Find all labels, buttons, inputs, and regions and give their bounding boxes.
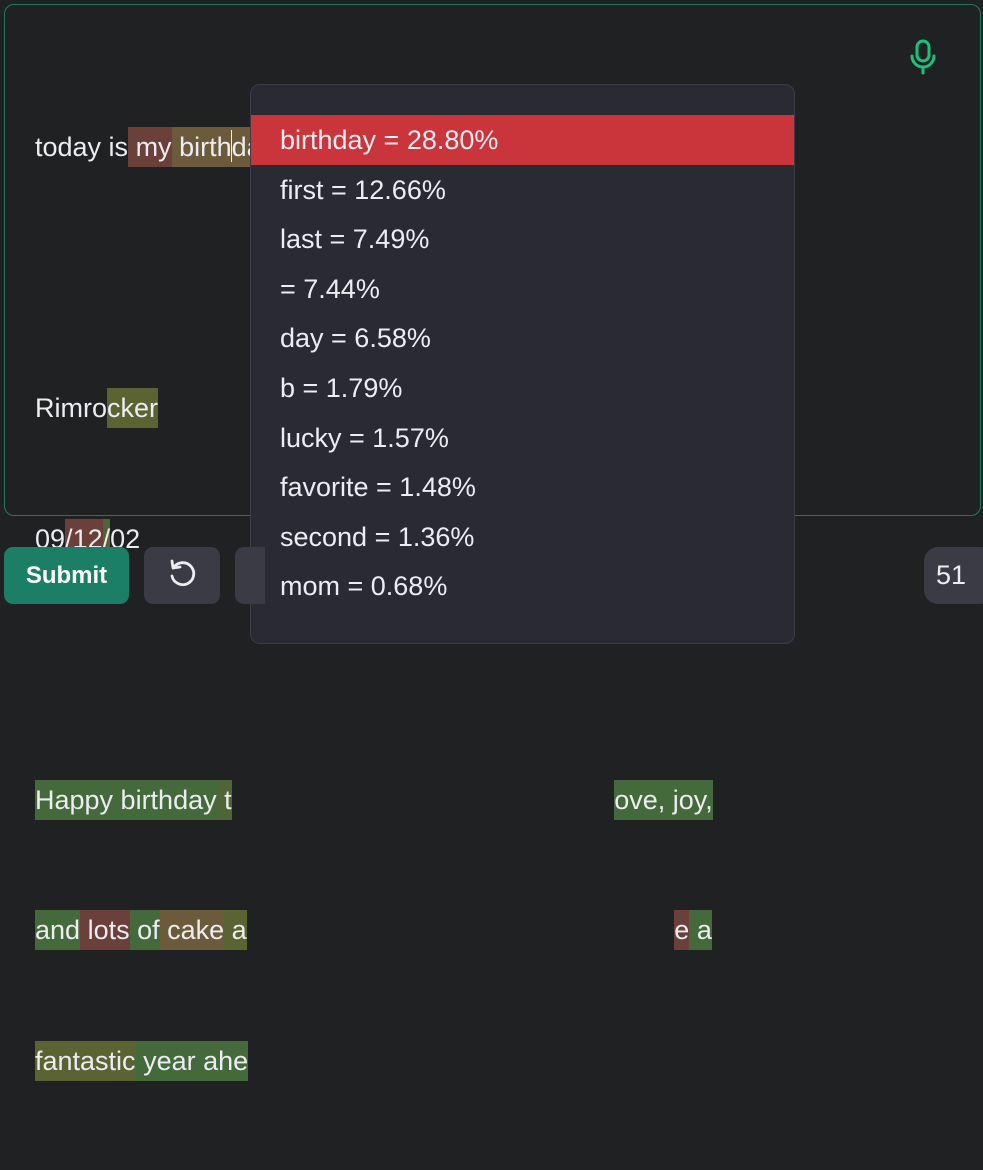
editor-line-blank [35, 648, 915, 692]
token-segment[interactable] [247, 910, 675, 950]
token-segment[interactable]: today is [35, 127, 128, 167]
token-segment[interactable]: Happy [35, 779, 114, 820]
toolbar-button[interactable] [235, 547, 265, 604]
popup-item[interactable]: = 7.44% [251, 264, 794, 314]
reset-icon [165, 556, 199, 595]
popup-item[interactable]: first = 12.66% [251, 165, 794, 215]
token-segment[interactable]: a [689, 910, 712, 950]
token-segment[interactable]: ahe [195, 1040, 249, 1081]
token-segment[interactable]: joy, [665, 779, 713, 820]
token-segment[interactable]: t [216, 779, 232, 820]
token-segment[interactable]: a [224, 910, 247, 950]
token-segment[interactable]: Rimro [35, 388, 107, 428]
popup-item[interactable]: second = 1.36% [251, 512, 794, 562]
token-probability-popup: birthday = 28.80% first = 12.66% last = 7.… [250, 84, 795, 644]
token-segment[interactable] [232, 780, 615, 820]
token-counter: 51 [924, 547, 983, 604]
token-segment[interactable]: of [129, 910, 160, 950]
reset-button[interactable] [144, 547, 220, 604]
token-segment[interactable]: birthday [113, 779, 217, 820]
popup-item[interactable]: b = 1.79% [251, 363, 794, 413]
token-segment[interactable]: lots [80, 910, 130, 950]
popup-item[interactable]: lucky = 1.57% [251, 413, 794, 463]
popup-item[interactable]: last = 7.49% [251, 214, 794, 264]
token-segment[interactable]: e [674, 910, 690, 950]
token-segment[interactable]: cake [159, 910, 225, 950]
editor-line-6: fantastic year ahe [35, 1040, 915, 1084]
submit-button-label: Submit [25, 561, 108, 589]
submit-button[interactable]: Submit [4, 547, 129, 604]
popup-item[interactable]: mom = 0.68% [251, 561, 794, 611]
popup-item-selected[interactable]: birthday = 28.80% [251, 115, 794, 165]
token-segment[interactable]: my [128, 127, 172, 167]
popup-item[interactable]: day = 6.58% [251, 313, 794, 363]
token-segment[interactable]: ove, [614, 779, 666, 820]
popup-item[interactable]: favorite = 1.48% [251, 462, 794, 512]
editor-line-5: and lots of cake a e a [35, 909, 915, 953]
token-segment[interactable]: year [135, 1040, 196, 1081]
microphone-icon[interactable] [908, 39, 938, 75]
editor-line-4: Happy birthday t ove, joy, [35, 779, 915, 823]
token-segment[interactable]: fantastic [35, 1040, 136, 1081]
token-segment[interactable]: and [35, 910, 81, 950]
token-segment[interactable]: cker [107, 388, 159, 428]
token-segment[interactable]: birth [171, 127, 232, 167]
